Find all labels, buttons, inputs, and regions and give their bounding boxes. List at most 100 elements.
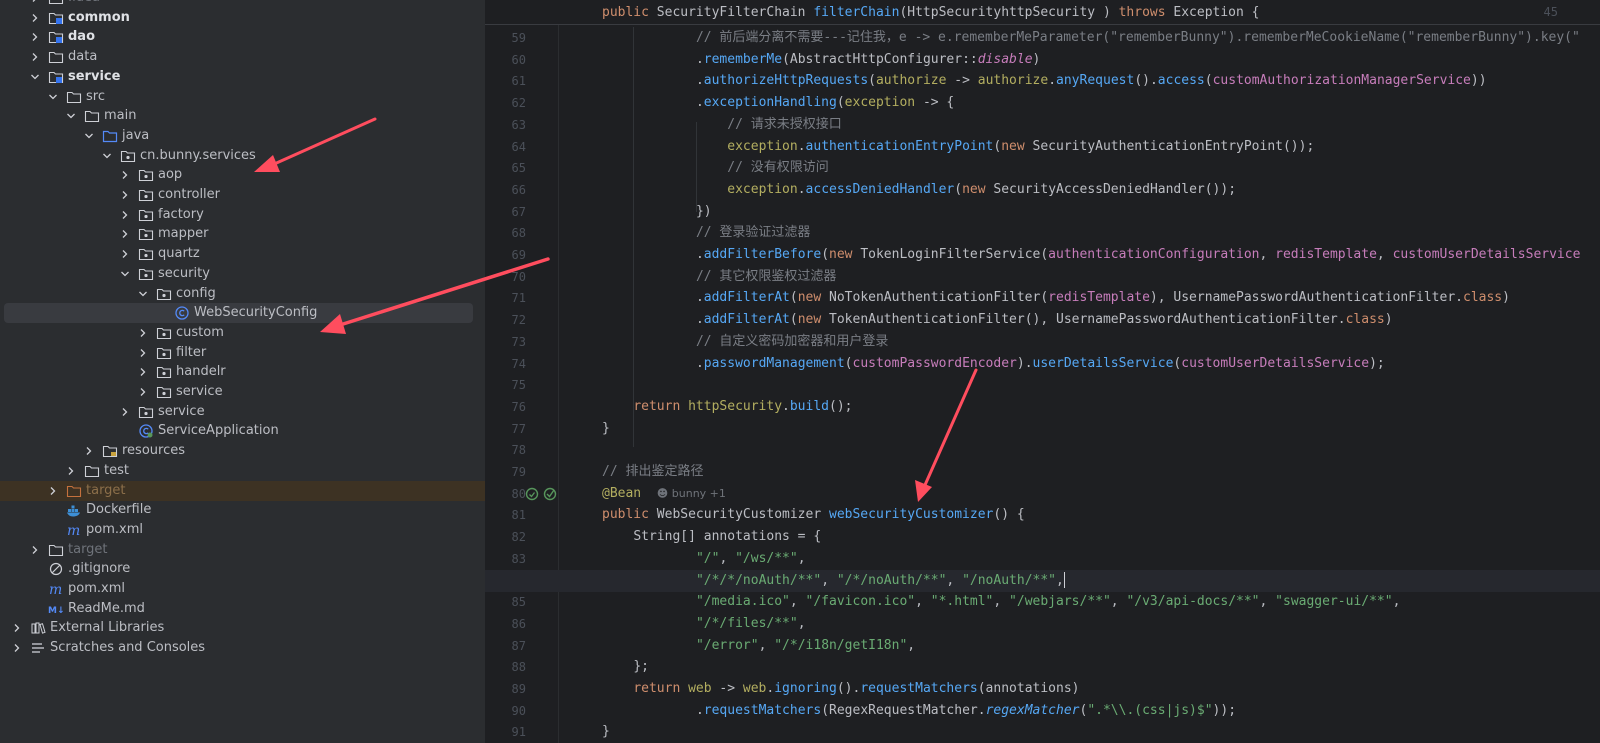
chevron-down-icon[interactable] [120,264,130,284]
chevron-down-icon[interactable] [84,126,94,146]
code-line-l74[interactable]: .passwordManagement(customPasswordEncode… [696,353,1385,375]
chevron-right-icon[interactable] [66,461,76,481]
code-line-l84[interactable]: "/*/*/noAuth/**", "/*/noAuth/**", "/noAu… [696,570,1065,592]
code-line-l82[interactable]: String[] annotations = { [633,526,821,548]
code-line-l59[interactable]: // 前后端分离不需要---记住我，e -> e.rememberMeParam… [696,27,1580,49]
tree-item-target-folder[interactable]: target [0,540,485,560]
code-line-l63[interactable]: // 请求未授权接口 [727,114,841,136]
tree-item-service-module[interactable]: service [0,67,485,87]
chevron-right-icon[interactable] [120,205,130,225]
code-line-l69[interactable]: .addFilterBefore(new TokenLoginFilterSer… [696,244,1580,266]
chevron-right-icon[interactable] [138,382,148,402]
code-line-l77[interactable]: } [602,418,610,440]
code-line-l81[interactable]: public WebSecurityCustomizer webSecurity… [602,504,1025,526]
chevron-right-icon[interactable] [30,8,40,28]
tree-item-file-serviceapplication[interactable]: ServiceApplication [0,421,485,441]
code-line-l71[interactable]: .addFilterAt(new NoTokenAuthenticationFi… [696,287,1510,309]
tree-item-package-aop[interactable]: aop [0,165,485,185]
code-line-l83[interactable]: "/", "/ws/**", [696,548,806,570]
code-line-l45[interactable]: public SecurityFilterChain filterChain(H… [602,2,1260,24]
chevron-right-icon[interactable] [120,165,130,185]
tree-item-src-folder[interactable]: src [0,87,485,107]
tree-item-package-service[interactable]: service [0,402,485,422]
chevron-right-icon[interactable] [30,540,40,560]
code-line-l62[interactable]: .exceptionHandling(exception -> { [696,92,954,114]
code-line-l66[interactable]: exception.accessDeniedHandler(new Securi… [727,179,1236,201]
tree-item-file-readme[interactable]: M↓ ReadMe.md [0,599,485,619]
tree-item-target-folder-inner[interactable]: target [0,480,485,501]
chevron-right-icon[interactable] [12,618,22,638]
code-line-l76[interactable]: return httpSecurity.build(); [633,396,852,418]
tree-item-scratches-and-consoles[interactable]: Scratches and Consoles [0,638,485,658]
code-token: "*.html" [930,594,994,610]
sticky-header-line[interactable]: 45 public SecurityFilterChain filterChain… [485,0,1600,25]
chevron-right-icon[interactable] [138,323,148,343]
chevron-right-icon[interactable] [120,224,130,244]
tree-item-package-mapper[interactable]: mapper [0,224,485,244]
tree-item-package-service-inner[interactable]: service [0,382,485,402]
tree-item-data-folder[interactable]: data [0,47,485,67]
chevron-down-icon[interactable] [30,67,40,87]
tree-item-package-security[interactable]: security [0,264,485,284]
code-line-l91[interactable]: } [602,721,610,743]
code-token: authenticationEntryPoint [805,138,994,154]
code-line-l65[interactable]: // 没有权限访问 [727,157,828,179]
chevron-right-icon[interactable] [12,638,22,658]
code-line-l68[interactable]: // 登录验证过滤器 [696,222,810,244]
tree-item-package-factory[interactable]: factory [0,205,485,225]
chevron-right-icon[interactable] [120,402,130,422]
tree-item-package-cn-bunny-services[interactable]: cn.bunny.services [0,146,485,166]
chevron-right-icon[interactable] [84,441,94,461]
code-line-l79[interactable]: // 排出鉴定路径 [602,461,703,483]
code-line-l67[interactable]: }) [696,201,712,223]
code-line-l73[interactable]: // 自定义密码加密器和用户登录 [696,331,888,353]
tree-item-main-folder[interactable]: main [0,106,485,126]
chevron-down-icon[interactable] [102,146,112,166]
tree-item-common-module[interactable]: common [0,8,485,28]
code-editor[interactable]: 59 60 61 62 63 64 65 66 67 68 69 70 71 72 73 74 75 76 77 78… [485,0,1600,743]
code-line-l61[interactable]: .authorizeHttpRequests(authorize -> auth… [696,70,1487,92]
code-line-l64[interactable]: exception.authenticationEntryPoint(new S… [727,136,1314,158]
spring-bean-icon[interactable] [525,487,539,501]
tree-item-file-dockerfile[interactable]: Dockerfile [0,500,485,520]
tree-item-package-custom[interactable]: custom [0,323,485,343]
code-line-l88[interactable]: }; [633,656,649,678]
chevron-right-icon[interactable] [120,185,130,205]
author-inlay-hint[interactable]: bunny +1 [672,487,726,500]
code-line-l89[interactable]: return web -> web.ignoring().requestMatc… [633,678,1079,700]
tree-item-external-libraries[interactable]: External Libraries [0,618,485,638]
chevron-right-icon[interactable] [30,27,40,47]
tree-item-file-pom-inner[interactable]: m pom.xml [0,520,485,540]
chevron-down-icon[interactable] [138,284,148,304]
code-token: . [695,702,704,718]
chevron-right-icon[interactable] [48,481,58,501]
tree-item-file-websecurityconfig[interactable]: WebSecurityConfig [0,303,485,324]
code-line-l86[interactable]: "/*/files/**", [696,613,806,635]
chevron-down-icon[interactable] [66,106,76,126]
code-line-l85[interactable]: "/media.ico", "/favicon.ico", "*.html", … [696,591,1400,613]
code-line-l80[interactable]: @Bean ☻ bunny +1 [602,483,726,505]
code-line-l72[interactable]: .addFilterAt(new TokenAuthenticationFilt… [696,309,1393,331]
chevron-right-icon[interactable] [138,343,148,363]
tree-item-package-filter[interactable]: filter [0,343,485,363]
tree-item-dao-module[interactable]: dao [0,27,485,47]
code-line-l87[interactable]: "/error", "/*/i18n/getI18n", [696,635,915,657]
tree-item-test-folder[interactable]: test [0,461,485,481]
tree-item-package-controller[interactable]: controller [0,185,485,205]
navigate-usages-icon[interactable] [543,487,557,501]
tree-item-package-handelr[interactable]: handelr [0,362,485,382]
chevron-right-icon[interactable] [138,362,148,382]
chevron-right-icon[interactable] [120,244,130,264]
code-line-l60[interactable]: .rememberMe(AbstractHttpConfigurer::disa… [696,49,1040,71]
tree-item-java-folder[interactable]: java [0,126,485,146]
tree-item-file-gitignore[interactable]: .gitignore [0,559,485,579]
tree-item-file-pom[interactable]: m pom.xml [0,579,485,599]
code-line-l70[interactable]: // 其它权限鉴权过滤器 [696,266,836,288]
tree-item-resources-folder[interactable]: resources [0,441,485,461]
chevron-down-icon[interactable] [48,87,58,107]
code-line-l90[interactable]: .requestMatchers(RegexRequestMatcher.reg… [696,700,1236,722]
tree-item-package-config[interactable]: config [0,284,485,304]
svg-text:m: m [49,582,62,596]
chevron-right-icon[interactable] [30,47,40,67]
tree-item-package-quartz[interactable]: quartz [0,244,485,264]
